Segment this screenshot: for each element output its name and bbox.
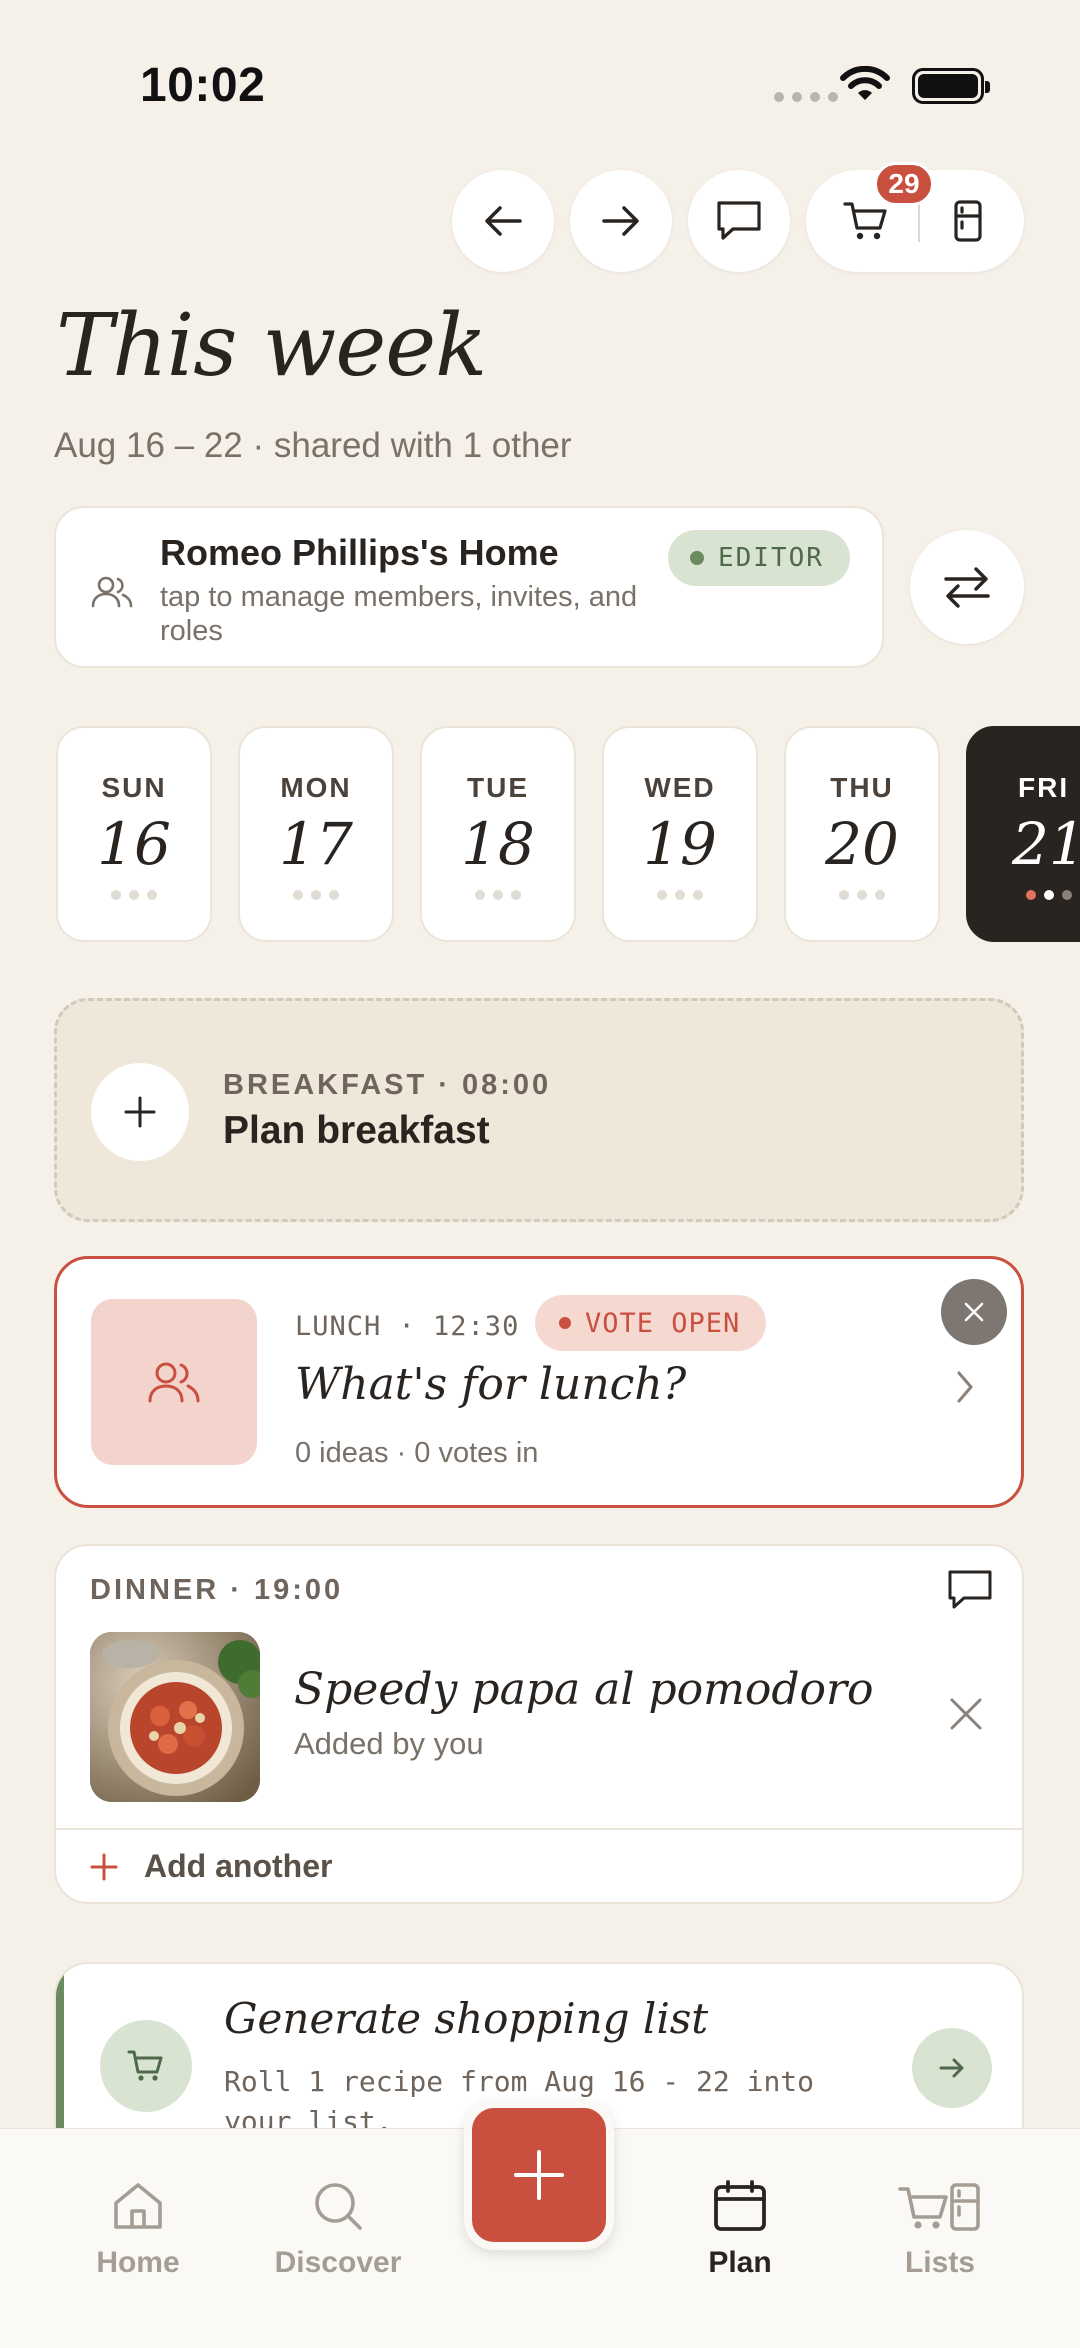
add-another-label: Add another bbox=[144, 1848, 333, 1884]
day-name: THU bbox=[830, 772, 894, 803]
day-number: 18 bbox=[461, 810, 535, 878]
previous-week-button[interactable] bbox=[452, 170, 554, 272]
lunch-meta: 0 ideas · 0 votes in bbox=[295, 1437, 539, 1469]
search-icon bbox=[315, 2183, 362, 2230]
switch-household-button[interactable] bbox=[910, 530, 1024, 644]
day-sun[interactable]: SUN 16 bbox=[56, 726, 212, 942]
day-name: MON bbox=[280, 772, 352, 803]
meal-dots bbox=[786, 890, 938, 900]
comment-button[interactable] bbox=[946, 1568, 994, 1617]
add-another-button[interactable]: Add another bbox=[90, 1848, 332, 1885]
cart-icon[interactable] bbox=[842, 198, 890, 244]
swap-icon bbox=[944, 567, 990, 608]
lunch-label: LUNCH · 12:30 bbox=[295, 1311, 520, 1342]
badge-dot bbox=[690, 551, 704, 565]
day-number: 19 bbox=[643, 810, 717, 878]
day-number: 16 bbox=[97, 810, 171, 878]
vote-status-badge: VOTE OPEN bbox=[535, 1295, 767, 1351]
arrow-right-icon bbox=[602, 206, 639, 236]
cart-icon bbox=[100, 2020, 192, 2112]
cart-count-badge: 29 bbox=[874, 162, 934, 206]
recipe-photo[interactable] bbox=[90, 1632, 260, 1802]
meal-dots bbox=[58, 890, 210, 900]
add-button[interactable] bbox=[464, 2100, 614, 2250]
meal-dots bbox=[968, 890, 1078, 900]
badge-dot bbox=[559, 1317, 571, 1329]
chat-button[interactable] bbox=[688, 170, 790, 272]
divider bbox=[56, 1828, 1022, 1830]
plus-icon bbox=[514, 2150, 564, 2200]
next-week-button[interactable] bbox=[570, 170, 672, 272]
members-icon bbox=[90, 572, 134, 617]
tab-label: Home bbox=[96, 2246, 180, 2279]
tab-plan[interactable]: Plan bbox=[650, 2179, 830, 2280]
group-icon bbox=[91, 1299, 257, 1465]
dinner-card: DINNER · 19:00 Speedy papa al pomodoro A… bbox=[54, 1544, 1024, 1904]
home-icon bbox=[114, 2183, 162, 2229]
chevron-right-icon[interactable] bbox=[953, 1367, 977, 1412]
day-name: SUN bbox=[101, 772, 167, 803]
fridge-icon[interactable] bbox=[948, 198, 988, 244]
plus-icon bbox=[124, 1096, 156, 1128]
wifi-icon bbox=[840, 65, 890, 111]
cart-fridge-icon bbox=[898, 2183, 980, 2231]
tab-lists[interactable]: Lists bbox=[850, 2179, 1030, 2280]
day-name: TUE bbox=[467, 772, 529, 803]
household-name: Romeo Phillips's Home bbox=[160, 532, 559, 573]
tab-label: Plan bbox=[708, 2246, 772, 2279]
status-time: 10:02 bbox=[140, 59, 266, 112]
meal-dots bbox=[240, 890, 392, 900]
arrow-right-icon bbox=[939, 2058, 964, 2078]
tab-home[interactable]: Home bbox=[48, 2179, 228, 2280]
day-fri[interactable]: FRI 21 bbox=[966, 726, 1080, 942]
chat-icon bbox=[717, 201, 761, 240]
close-vote-button[interactable] bbox=[941, 1279, 1007, 1345]
plus-icon bbox=[90, 1853, 118, 1880]
tab-discover[interactable]: Discover bbox=[248, 2179, 428, 2280]
day-number: 20 bbox=[825, 810, 899, 878]
lunch-title: What's for lunch? bbox=[295, 1359, 687, 1410]
household-card[interactable]: Romeo Phillips's Home tap to manage memb… bbox=[54, 506, 884, 668]
household-description: tap to manage members, invites, and role… bbox=[160, 581, 638, 647]
role-badge-label: EDITOR bbox=[718, 543, 824, 573]
dinner-label: DINNER · 19:00 bbox=[90, 1574, 344, 1606]
day-name: WED bbox=[644, 772, 716, 803]
arrow-left-icon bbox=[485, 206, 522, 236]
recipe-meta: Added by you bbox=[294, 1726, 484, 1761]
tab-label: Lists bbox=[904, 2246, 976, 2279]
close-icon bbox=[964, 1302, 984, 1322]
generate-list-button[interactable] bbox=[912, 2028, 992, 2108]
comment-icon bbox=[948, 1570, 992, 1609]
recipe-title[interactable]: Speedy papa al pomodoro bbox=[294, 1664, 874, 1715]
add-breakfast-button[interactable] bbox=[91, 1063, 189, 1161]
breakfast-title: Plan breakfast bbox=[223, 1109, 490, 1152]
day-name: FRI bbox=[1018, 772, 1070, 803]
meal-dots bbox=[604, 890, 756, 900]
divider bbox=[918, 200, 920, 242]
day-number: 17 bbox=[279, 810, 353, 878]
meal-dots bbox=[422, 890, 574, 900]
breakfast-slot[interactable]: BREAKFAST · 08:00 Plan breakfast bbox=[54, 998, 1024, 1222]
calendar-icon bbox=[714, 2180, 766, 2231]
shopping-title: Generate shopping list bbox=[224, 1994, 709, 2043]
close-icon bbox=[950, 1698, 982, 1730]
day-wed[interactable]: WED 19 bbox=[602, 726, 758, 942]
page-subtitle: Aug 16 – 22 · shared with 1 other bbox=[54, 426, 572, 465]
day-tue[interactable]: TUE 18 bbox=[420, 726, 576, 942]
tab-label: Discover bbox=[274, 2246, 402, 2279]
role-badge: EDITOR bbox=[668, 530, 850, 586]
remove-recipe-button[interactable] bbox=[946, 1694, 986, 1739]
breakfast-label: BREAKFAST · 08:00 bbox=[223, 1069, 552, 1101]
battery-icon bbox=[912, 68, 990, 104]
vote-status-label: VOTE OPEN bbox=[585, 1307, 741, 1339]
page-title: This week bbox=[56, 296, 487, 396]
lunch-vote-card[interactable]: LUNCH · 12:30 VOTE OPEN What's for lunch… bbox=[54, 1256, 1024, 1508]
day-thu[interactable]: THU 20 bbox=[784, 726, 940, 942]
day-number: 21 bbox=[1012, 810, 1080, 878]
signal-icon bbox=[774, 92, 838, 102]
day-mon[interactable]: MON 17 bbox=[238, 726, 394, 942]
